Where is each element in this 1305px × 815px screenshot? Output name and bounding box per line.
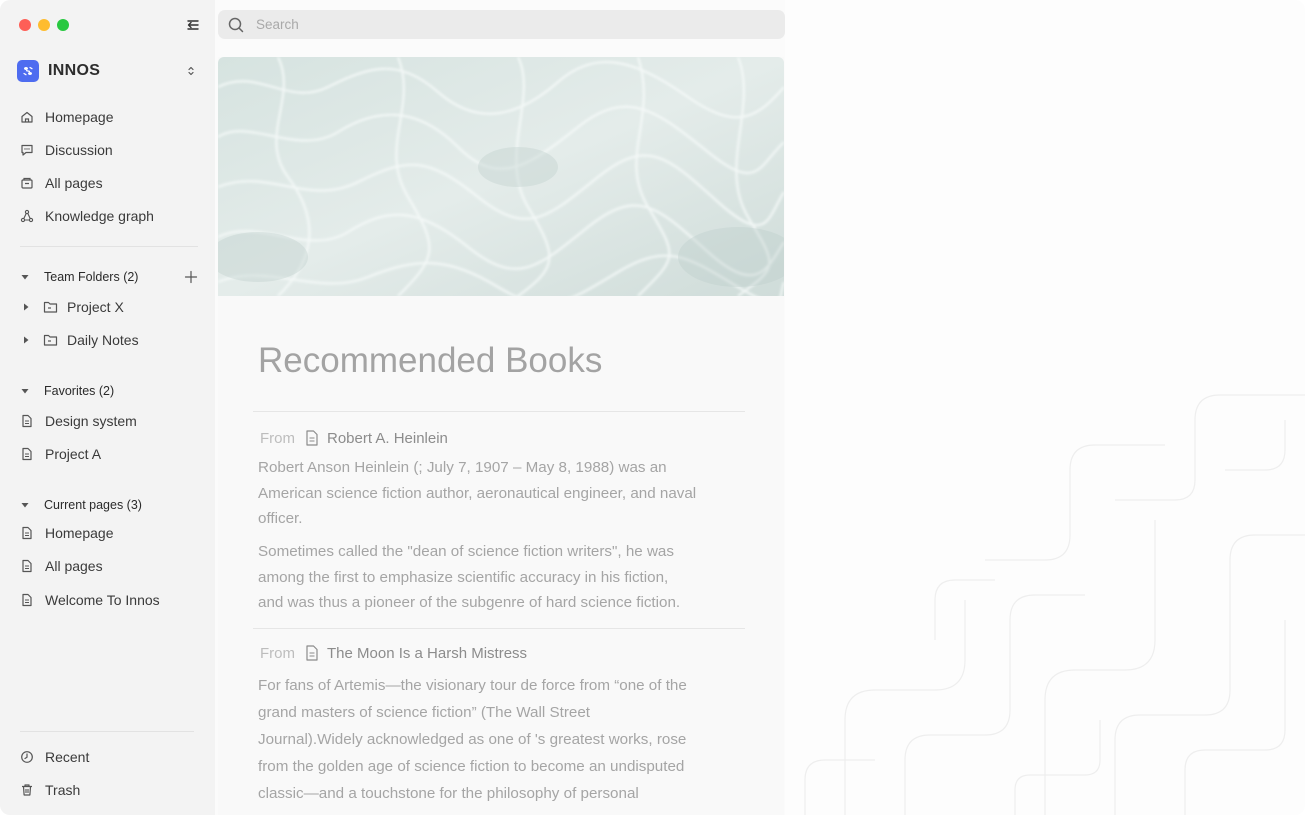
- current-page-label: Homepage: [45, 525, 114, 541]
- search-input[interactable]: [254, 16, 758, 33]
- current-page-all-pages[interactable]: All pages: [20, 555, 200, 577]
- nav-discussion[interactable]: Discussion: [20, 139, 200, 161]
- search-bar[interactable]: [218, 10, 785, 39]
- caret-down-icon: [20, 500, 30, 510]
- favorite-label: Project A: [45, 446, 102, 462]
- app-window: INNOS Homepage Discussion All pages Know…: [0, 0, 1305, 815]
- cover-image[interactable]: [218, 57, 784, 296]
- current-page-welcome[interactable]: Welcome To Innos: [20, 589, 200, 611]
- window-controls: [19, 19, 69, 31]
- folder-label: Daily Notes: [67, 332, 139, 348]
- folder-item-project-x[interactable]: Project X: [22, 296, 202, 318]
- favorite-item-design-system[interactable]: Design system: [20, 410, 200, 432]
- caret-down-icon: [20, 386, 30, 396]
- nav-all-pages[interactable]: All pages: [20, 172, 200, 194]
- folder-label: Project X: [67, 299, 124, 315]
- graph-icon: [20, 209, 34, 223]
- sidebar-divider: [20, 731, 194, 732]
- reference-source-link[interactable]: Robert A. Heinlein: [327, 430, 448, 447]
- caret-down-icon: [20, 272, 30, 282]
- workspace-name: INNOS: [48, 62, 101, 79]
- search-icon: [228, 17, 244, 32]
- section-label: Team Folders (2): [44, 270, 139, 284]
- from-label: From: [260, 644, 295, 662]
- chat-icon: [20, 143, 34, 157]
- nav-label: All pages: [45, 175, 103, 191]
- pages-icon: [20, 176, 34, 190]
- folder-item-daily-notes[interactable]: Daily Notes: [22, 329, 202, 351]
- nav-knowledge-graph[interactable]: Knowledge graph: [20, 205, 200, 227]
- document-icon: [20, 593, 34, 607]
- reference-paragraph: Robert Anson Heinlein (; July 7, 1907 – …: [258, 459, 697, 527]
- document-icon: [20, 526, 34, 540]
- maximize-window-button[interactable]: [57, 19, 69, 31]
- document-icon: [306, 430, 318, 446]
- folder-icon: [43, 333, 58, 347]
- clock-icon: [20, 750, 34, 764]
- home-icon: [20, 110, 34, 124]
- reference-paragraph: For fans of Artemis—the visionary tour d…: [258, 677, 687, 802]
- favorite-label: Design system: [45, 413, 137, 429]
- caret-right-icon[interactable]: [22, 302, 30, 312]
- document-icon: [20, 447, 34, 461]
- caret-right-icon[interactable]: [22, 335, 30, 345]
- document-icon: [20, 559, 34, 573]
- folder-icon: [43, 300, 58, 314]
- current-page-label: All pages: [45, 558, 103, 574]
- nav-trash[interactable]: Trash: [20, 779, 200, 801]
- section-current-pages[interactable]: Current pages (3): [20, 496, 200, 514]
- reference-paragraph: Sometimes called the "dean of science fi…: [258, 543, 681, 611]
- section-label: Current pages (3): [44, 498, 142, 512]
- collapse-sidebar-icon[interactable]: [184, 16, 202, 34]
- section-team-folders[interactable]: Team Folders (2): [20, 268, 200, 286]
- nav-label: Homepage: [45, 109, 114, 125]
- reference-source-link[interactable]: The Moon Is a Harsh Mistress: [327, 645, 527, 662]
- workspace-logo-icon: [17, 60, 39, 82]
- nav-label: Discussion: [45, 142, 113, 158]
- close-window-button[interactable]: [19, 19, 31, 31]
- document-icon: [20, 414, 34, 428]
- from-label: From: [260, 429, 295, 447]
- nav-label: Trash: [45, 782, 81, 798]
- nav-recent[interactable]: Recent: [20, 746, 200, 768]
- section-favorites[interactable]: Favorites (2): [20, 382, 200, 400]
- page-content: Recommended Books From Robert A. Heinlei…: [218, 57, 784, 815]
- favorite-item-project-a[interactable]: Project A: [20, 443, 200, 465]
- nav-homepage[interactable]: Homepage: [20, 106, 200, 128]
- document-icon: [306, 645, 318, 661]
- workspace-switcher[interactable]: INNOS: [17, 60, 202, 82]
- reference-header: From Robert A. Heinlein: [260, 428, 448, 448]
- sidebar-divider: [20, 246, 198, 247]
- reference-divider: [253, 411, 745, 412]
- nav-label: Recent: [45, 749, 90, 765]
- nav-label: Knowledge graph: [45, 208, 154, 224]
- page-title: Recommended Books: [258, 341, 603, 380]
- add-folder-icon[interactable]: [184, 270, 198, 284]
- current-page-homepage[interactable]: Homepage: [20, 522, 200, 544]
- sidebar: INNOS Homepage Discussion All pages Know…: [0, 0, 215, 815]
- reference-divider: [253, 628, 745, 629]
- current-page-label: Welcome To Innos: [45, 592, 160, 608]
- minimize-window-button[interactable]: [38, 19, 50, 31]
- chevron-updown-icon[interactable]: [184, 64, 198, 78]
- background-pattern: [785, 0, 1305, 815]
- section-label: Favorites (2): [44, 384, 115, 398]
- trash-icon: [20, 783, 34, 797]
- reference-header: From The Moon Is a Harsh Mistress: [260, 643, 527, 663]
